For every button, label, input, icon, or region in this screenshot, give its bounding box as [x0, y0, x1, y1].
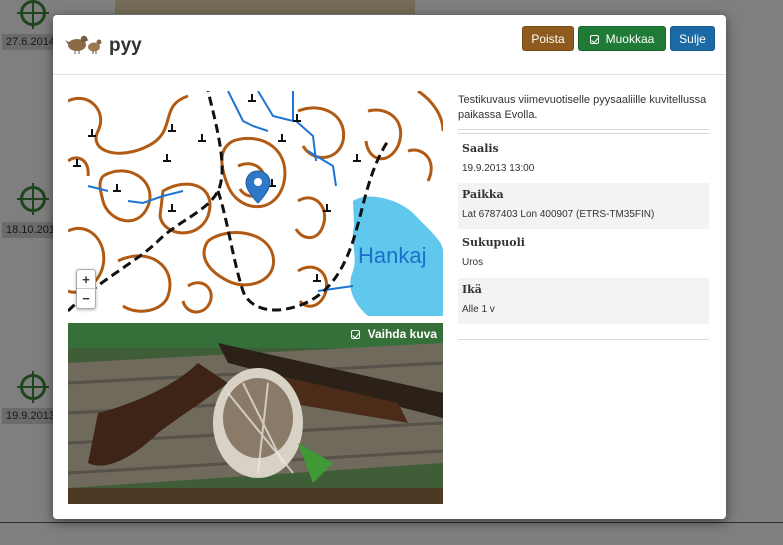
field-sex: Sukupuoli Uros [458, 231, 709, 277]
field-value: Alle 1 v [462, 304, 495, 315]
location-map[interactable]: Hankaj + − [68, 91, 443, 316]
change-photo-button[interactable]: Vaihda kuva [350, 327, 437, 341]
zoom-in-button[interactable]: + [77, 270, 95, 289]
grouse-photo-image [68, 323, 443, 504]
catch-description: Testikuvaus viimevuotiselle pyysaaliille… [458, 94, 707, 121]
topographic-map[interactable]: Hankaj [68, 91, 443, 316]
modal-title: pyy [109, 35, 142, 56]
change-photo-label: Vaihda kuva [367, 327, 437, 341]
field-location: Paikka Lat 6787403 Lon 400907 (ETRS-TM35… [458, 183, 709, 229]
catch-photo: Vaihda kuva [68, 323, 443, 504]
field-value: Lat 6787403 Lon 400907 (ETRS-TM35FIN) [462, 209, 655, 220]
edit-button[interactable]: Muokkaa [578, 26, 666, 51]
zoom-out-button[interactable]: − [77, 289, 95, 308]
divider [458, 339, 709, 340]
edit-button-label: Muokkaa [605, 32, 655, 46]
grouse-icon [65, 35, 102, 54]
catch-detail-modal: pyy Poista Muokkaa Sulje Hankaj + − Vaih… [53, 15, 726, 519]
map-lake-label: Hankaj [358, 243, 426, 268]
divider [458, 133, 709, 134]
modal-header: pyy Poista Muokkaa Sulje [53, 15, 726, 75]
field-catch-time: Saalis 19.9.2013 13:00 [458, 137, 709, 183]
field-value: 19.9.2013 13:00 [462, 163, 535, 174]
field-label: Paikka [462, 188, 504, 201]
delete-button[interactable]: Poista [522, 26, 574, 51]
edit-icon [350, 330, 360, 339]
edit-icon [589, 35, 599, 44]
divider [458, 129, 709, 130]
close-button[interactable]: Sulje [670, 26, 715, 51]
field-label: Sukupuoli [462, 236, 525, 249]
location-marker-icon[interactable] [245, 170, 271, 204]
field-label: Saalis [462, 142, 499, 155]
map-zoom-control: + − [76, 269, 96, 309]
field-value: Uros [462, 257, 484, 268]
field-label: Ikä [462, 283, 482, 296]
field-age: Ikä Alle 1 v [458, 278, 709, 324]
